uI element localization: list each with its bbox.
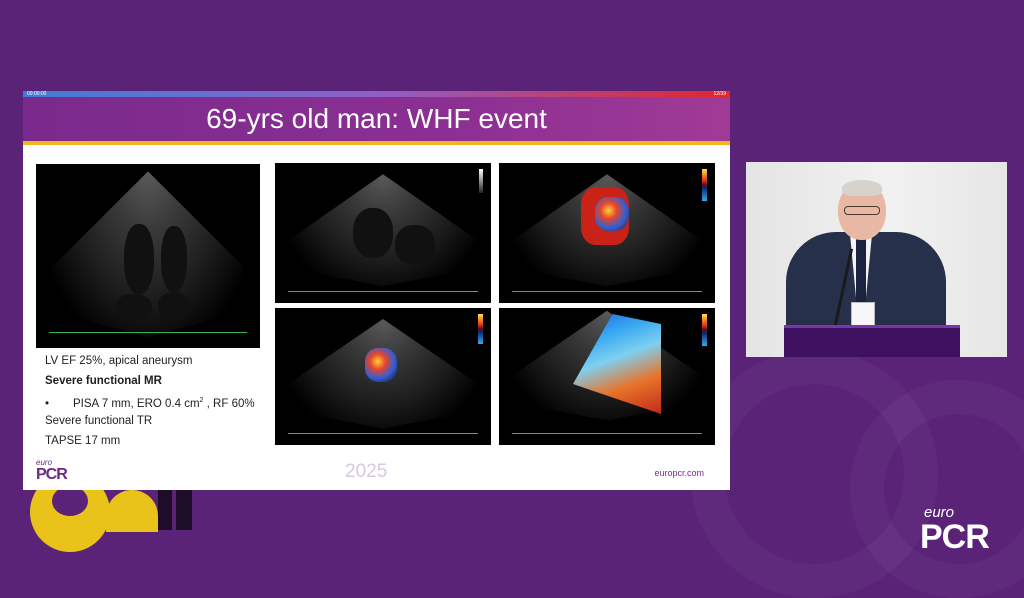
ecg-trace	[287, 433, 479, 434]
echo-image-color-doppler-tr	[275, 308, 491, 445]
slide-footer-year: 2025	[345, 461, 388, 482]
echo-image-color-doppler-mr	[499, 163, 715, 303]
clinical-findings: LV EF 25%, apical aneurysm Severe functi…	[45, 351, 275, 451]
speaker-tie	[856, 238, 866, 308]
pisa-text: PISA 7 mm, ERO 0.4 cm	[73, 397, 200, 410]
color-scale-bar	[702, 169, 707, 201]
rf-text: , RF 60%	[203, 397, 255, 410]
presentation-slide: 00:00:00 12/39 69-yrs old man: WHF event	[23, 91, 730, 490]
speaker-badge	[851, 302, 875, 326]
echo-image-pisa	[499, 308, 715, 445]
europcr-logo: euro PCR	[920, 504, 990, 556]
speaker-hair	[842, 180, 882, 196]
podium	[784, 325, 960, 357]
finding-lvef: LV EF 25%, apical aneurysm	[45, 355, 193, 367]
heart-chamber	[353, 208, 393, 258]
slide-footer-url: europcr.com	[654, 468, 704, 478]
echo-image-apical-view	[36, 164, 260, 348]
finding-tapse: TAPSE 17 mm	[45, 435, 121, 447]
heart-chamber	[158, 292, 190, 320]
decorative-bar-shape	[176, 490, 192, 530]
grayscale-bar	[479, 169, 483, 193]
echo-image-2d	[275, 163, 491, 303]
heart-chamber	[161, 226, 187, 292]
ecg-trace	[287, 291, 479, 292]
finding-tr: Severe functional TR	[45, 415, 153, 427]
finding-pisa: • PISA 7 mm, ERO 0.4 cm2 , RF 60%	[45, 391, 275, 411]
color-scale-bar	[702, 314, 707, 346]
ecg-trace	[511, 291, 703, 292]
decorative-half-circle-shape	[106, 490, 158, 532]
slide-title: 69-yrs old man: WHF event	[206, 103, 547, 134]
heart-chamber	[124, 224, 154, 294]
heart-chamber	[116, 294, 152, 320]
color-doppler-jet	[365, 348, 397, 382]
speaker-video-feed	[746, 162, 1007, 357]
finding-mr: Severe functional MR	[45, 375, 162, 387]
ecg-trace	[49, 332, 247, 333]
ecg-trace	[511, 433, 703, 434]
heart-chamber	[395, 225, 435, 265]
decorative-bar-shape	[158, 490, 172, 530]
color-doppler-jet	[595, 197, 629, 231]
speaker-glasses	[844, 206, 880, 215]
slide-title-bar: 69-yrs old man: WHF event	[23, 97, 730, 145]
color-scale-bar	[478, 314, 483, 344]
slide-europcr-logo: euro PCR	[36, 458, 68, 483]
